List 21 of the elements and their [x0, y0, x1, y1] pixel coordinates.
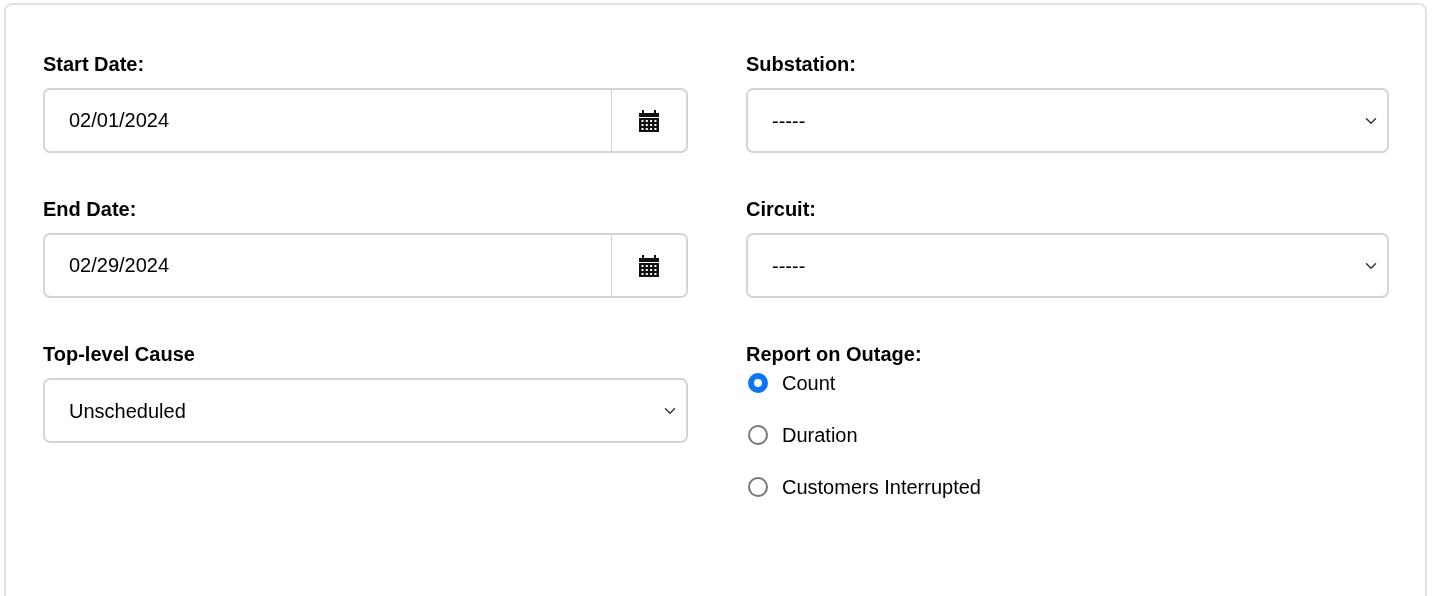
- dropdown[interactable]: -----: [746, 88, 1389, 153]
- date-field[interactable]: 02/01/2024: [43, 88, 612, 153]
- calendar-button[interactable]: [611, 233, 688, 298]
- dropdown[interactable]: Unscheduled: [43, 378, 688, 443]
- radio-button[interactable]: [748, 425, 768, 445]
- calendar-icon: [638, 109, 660, 132]
- calendar-button[interactable]: [611, 88, 688, 153]
- radio-label: Duration: [782, 423, 858, 448]
- field-label: Circuit:: [746, 197, 817, 221]
- date-field[interactable]: 02/29/2024: [43, 233, 612, 298]
- field-label: Substation:: [746, 52, 857, 76]
- radio-label: Count: [782, 371, 836, 396]
- field-label: Top-level Cause: [43, 342, 196, 366]
- radio-button[interactable]: [748, 373, 768, 393]
- calendar-icon: [638, 254, 660, 277]
- field-label: Report on Outage:: [746, 342, 923, 366]
- dropdown[interactable]: -----: [746, 233, 1389, 298]
- radio-label: Customers Interrupted: [782, 475, 981, 500]
- field-label: Start Date:: [43, 52, 146, 76]
- field-label: End Date:: [43, 197, 138, 221]
- radio-button[interactable]: [748, 477, 768, 497]
